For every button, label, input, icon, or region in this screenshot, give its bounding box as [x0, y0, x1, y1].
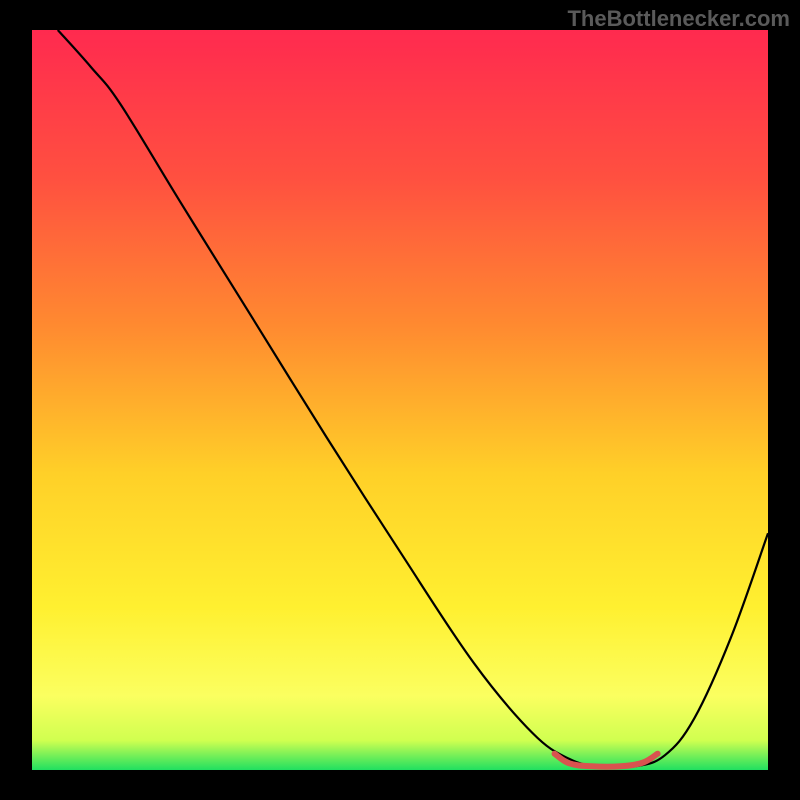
bottleneck-chart [0, 0, 800, 800]
watermark-text: TheBottlenecker.com [567, 6, 790, 32]
